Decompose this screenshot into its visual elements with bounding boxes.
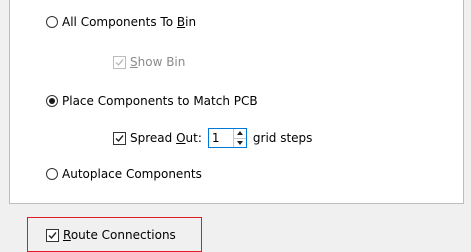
arrow-up-icon — [236, 131, 243, 136]
route-connections-option[interactable]: Route Connections — [46, 226, 176, 244]
spread-out-label: Spread Out: — [130, 131, 202, 145]
placement-options-panel: All Components To Bin Show Bin Place Com… — [9, 0, 464, 204]
grid-steps-spinner[interactable]: 1 — [207, 128, 247, 148]
all-components-to-bin-label: All Components To Bin — [62, 15, 197, 29]
autoplace-components-label: Autoplace Components — [62, 167, 202, 181]
grid-steps-spin-buttons — [232, 129, 246, 148]
checkmark-icon — [115, 134, 124, 142]
show-bin-option: Show Bin — [113, 53, 185, 71]
autoplace-components-option[interactable]: Autoplace Components — [46, 165, 202, 183]
place-components-match-pcb-radio[interactable] — [46, 95, 58, 107]
checkmark-icon — [48, 231, 57, 239]
arrow-down-icon — [236, 140, 243, 145]
place-components-match-pcb-option[interactable]: Place Components to Match PCB — [46, 92, 258, 110]
spin-up-button[interactable] — [234, 129, 246, 138]
spread-out-option: Spread Out: 1 grid steps — [113, 127, 312, 149]
all-components-to-bin-radio[interactable] — [46, 16, 58, 28]
all-components-to-bin-option[interactable]: All Components To Bin — [46, 13, 196, 31]
route-connections-label: Route Connections — [63, 228, 176, 242]
place-components-match-pcb-label: Place Components to Match PCB — [62, 94, 258, 108]
spread-out-checkbox[interactable] — [113, 131, 126, 145]
grid-steps-value[interactable]: 1 — [209, 129, 233, 147]
autoplace-components-radio[interactable] — [46, 168, 58, 180]
checkmark-icon — [115, 58, 124, 66]
spin-down-button[interactable] — [233, 137, 246, 148]
route-connections-checkbox[interactable] — [46, 228, 59, 242]
show-bin-label: Show Bin — [130, 55, 186, 69]
grid-steps-label: grid steps — [252, 131, 313, 145]
show-bin-checkbox — [113, 55, 126, 69]
